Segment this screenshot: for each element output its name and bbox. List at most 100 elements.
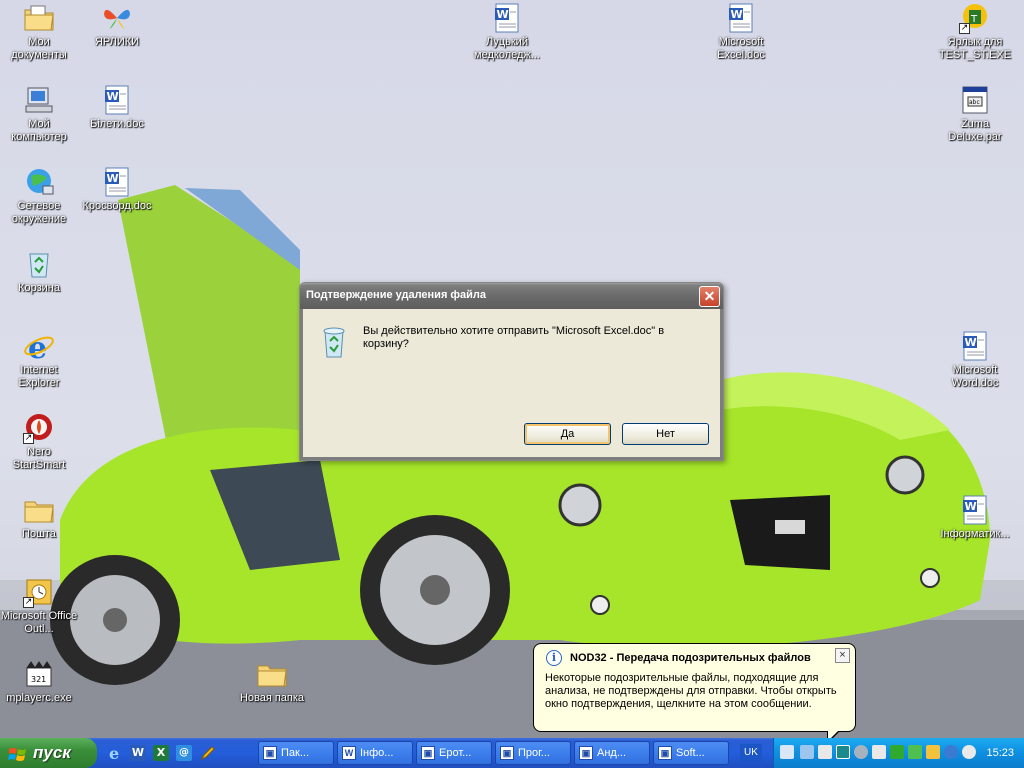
- desktop-icon-nero[interactable]: ↗ Nero StartSmart: [0, 412, 78, 472]
- desktop-icon-label: Кросворд.doc: [82, 200, 152, 212]
- desktop-icon-bileti[interactable]: W Білети.doc: [78, 84, 156, 131]
- desktop-icon-my-documents[interactable]: Мои документы: [0, 2, 78, 62]
- keys-icon[interactable]: [926, 745, 940, 759]
- yes-button[interactable]: Да: [524, 423, 611, 445]
- desktop-icon-label: Microsoft Office Outl...: [0, 610, 78, 635]
- balloon-close-button[interactable]: ×: [835, 648, 850, 663]
- dialog-message: Вы действительно хотите отправить "Micro…: [363, 325, 665, 350]
- task-button[interactable]: ▣ Пак...: [258, 741, 334, 765]
- desktop-icon-my-computer[interactable]: Мой компьютер: [0, 84, 78, 144]
- svg-text:W: W: [497, 8, 509, 21]
- svg-text:W: W: [965, 336, 977, 349]
- svg-text:e: e: [109, 745, 119, 761]
- pencil-icon[interactable]: [200, 745, 216, 761]
- language-indicator[interactable]: UK: [740, 744, 762, 762]
- desktop-icon-label: Сетевое окружение: [11, 200, 67, 225]
- word-document-icon: W: [959, 330, 991, 362]
- desktop-icon-label: Інформатик...: [940, 528, 1010, 540]
- desktop-icon-shortcuts[interactable]: ЯРЛИКИ: [78, 2, 156, 49]
- svg-text:abc: abc: [969, 99, 980, 106]
- window-icon: ▣: [263, 746, 277, 760]
- word-document-icon: W: [491, 2, 523, 34]
- window-icon: ▣: [421, 746, 435, 760]
- desktop-icon-label: Пошта: [22, 528, 56, 540]
- desktop-icon-new-folder[interactable]: Новая папка: [233, 658, 311, 705]
- task-label: Ерот...: [439, 747, 472, 759]
- desktop-icon-zuma[interactable]: abc Zuma Deluxe.par: [936, 84, 1014, 144]
- desktop-icon-mplayerc[interactable]: 321 mplayerc.exe: [0, 658, 78, 705]
- network-icon[interactable]: [780, 745, 794, 759]
- desktop-icon-outlook[interactable]: ↗ Microsoft Office Outl...: [0, 576, 78, 636]
- recycle-bin-icon: [23, 248, 55, 280]
- no-button[interactable]: Нет: [622, 423, 709, 445]
- outlook-express-icon[interactable]: @: [176, 745, 192, 761]
- nero-icon: ↗: [23, 412, 55, 444]
- desktop-icon-label: Nero StartSmart: [12, 446, 66, 471]
- volume-icon[interactable]: [872, 745, 886, 759]
- desktop-icon-label: Білети.doc: [90, 118, 144, 130]
- svg-text:321: 321: [31, 675, 46, 684]
- shield-icon[interactable]: [944, 745, 958, 759]
- close-icon: ×: [839, 649, 846, 661]
- globe-icon[interactable]: [962, 745, 976, 759]
- dialog-title-bar[interactable]: Подтверждение удаления файла ✕: [300, 283, 723, 309]
- task-button[interactable]: W Інфо...: [337, 741, 413, 765]
- shortcut-arrow-icon: ↗: [23, 597, 34, 608]
- test-exe-icon: T ↗: [959, 2, 991, 34]
- system-tray: 15:23: [773, 738, 1024, 768]
- butterfly-icon: [101, 2, 133, 34]
- taskbar: пуск e W X @ ▣ Пак... W Інфо... ▣ Ерот... ▣…: [0, 738, 1024, 768]
- task-button[interactable]: ▣ Прог...: [495, 741, 571, 765]
- desktop-icon-label: ЯРЛИКИ: [94, 36, 140, 48]
- word-document-icon: W: [725, 2, 757, 34]
- nod32-notification-balloon[interactable]: i NOD32 - Передача подозрительных файлов…: [533, 643, 856, 738]
- excel-icon[interactable]: X: [153, 745, 169, 761]
- start-button[interactable]: пуск: [0, 738, 97, 768]
- desktop-icon-krossvord[interactable]: W Кросворд.doc: [78, 166, 156, 213]
- desktop-icon-recycle-bin[interactable]: Корзина: [0, 248, 78, 295]
- task-label: Інфо...: [360, 747, 394, 759]
- hash-icon[interactable]: [890, 745, 904, 759]
- word-document-icon: W: [101, 166, 133, 198]
- desktop-icon-internet-explorer[interactable]: e Internet Explorer: [0, 330, 78, 390]
- balloon-text: Некоторые подозрительные файлы, подходящ…: [545, 672, 837, 710]
- desktop-icon-microsoft-word-doc[interactable]: W Microsoft Word.doc: [936, 330, 1014, 390]
- balloon-tail-fill: [828, 731, 838, 738]
- window-icon: ▣: [500, 746, 514, 760]
- task-button[interactable]: ▣ Ерот...: [416, 741, 492, 765]
- shortcut-arrow-icon: ↗: [959, 23, 970, 34]
- desktop-icon-label: Корзина: [18, 282, 60, 294]
- task-label: Soft...: [676, 747, 705, 759]
- satellite-icon[interactable]: [854, 745, 868, 759]
- dialog-close-button[interactable]: ✕: [699, 286, 720, 307]
- drive-icon[interactable]: [818, 745, 832, 759]
- media-player-icon: 321: [23, 658, 55, 690]
- desktop-icon-label: Ярлык для TEST_ST.EXE: [938, 36, 1012, 61]
- task-label: Прог...: [518, 747, 550, 759]
- info-icon: i: [546, 650, 562, 666]
- desktop-icon-lutsk[interactable]: W Луцький медколедж...: [468, 2, 546, 62]
- desktop-icon-test-st[interactable]: T ↗ Ярлык для TEST_ST.EXE: [936, 2, 1014, 62]
- desktop-icon-informatika[interactable]: W Інформатик...: [936, 494, 1014, 541]
- outlook-icon: ↗: [23, 576, 55, 608]
- desktop-icon-network[interactable]: Сетевое окружение: [0, 166, 78, 226]
- word-icon[interactable]: W: [130, 745, 146, 761]
- monitor-icon[interactable]: [800, 745, 814, 759]
- desktop-icon-mail-folder[interactable]: Пошта: [0, 494, 78, 541]
- nod32-icon[interactable]: [836, 745, 850, 759]
- desktop-icon-label: Internet Explorer: [18, 364, 60, 389]
- close-icon: ✕: [703, 288, 716, 304]
- usb-icon[interactable]: [908, 745, 922, 759]
- internet-explorer-icon[interactable]: e: [108, 744, 124, 763]
- recycle-bin-icon: [317, 325, 351, 359]
- task-button[interactable]: ▣ Soft...: [653, 741, 729, 765]
- my-computer-icon: [23, 84, 55, 116]
- clock[interactable]: 15:23: [986, 738, 1014, 768]
- desktop-icon-microsoft-excel-doc[interactable]: W Microsoft Excel.doc: [702, 2, 780, 62]
- shortcut-arrow-icon: ↗: [23, 433, 34, 444]
- task-button[interactable]: ▣ Анд...: [574, 741, 650, 765]
- dialog-body: Вы действительно хотите отправить "Micro…: [300, 309, 723, 460]
- desktop-icon-label: Мои документы: [11, 36, 67, 61]
- word-document-icon: W: [959, 494, 991, 526]
- svg-text:W: W: [107, 90, 119, 103]
